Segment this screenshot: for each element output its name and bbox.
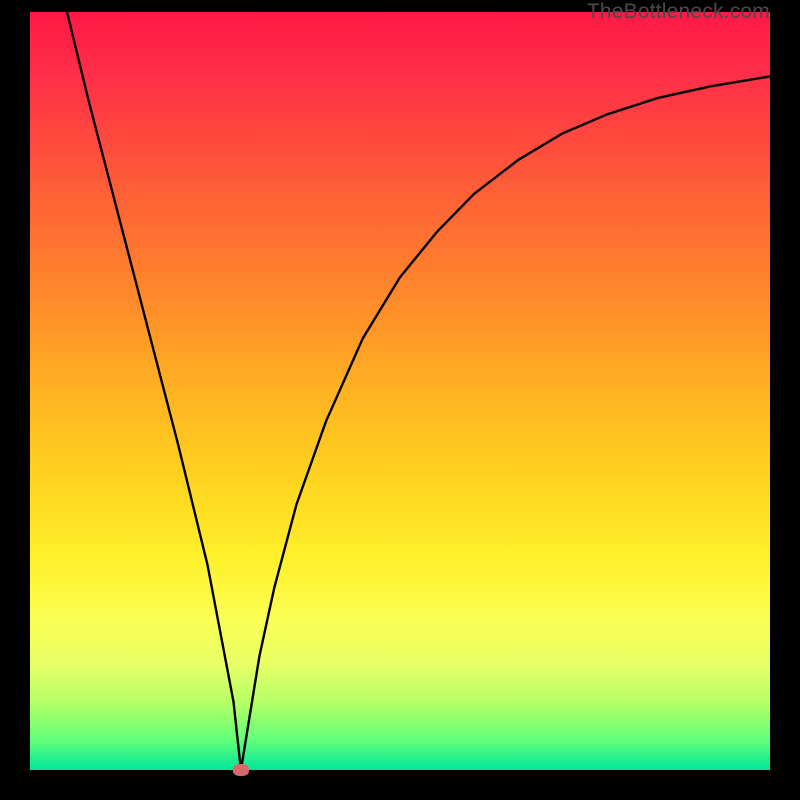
curve-svg: [30, 12, 770, 770]
optimum-marker: [233, 764, 249, 776]
chart-frame: TheBottleneck.com: [0, 0, 800, 800]
watermark: TheBottleneck.com: [587, 0, 770, 24]
plot-area: [30, 12, 770, 770]
bottleneck-curve: [67, 12, 770, 770]
